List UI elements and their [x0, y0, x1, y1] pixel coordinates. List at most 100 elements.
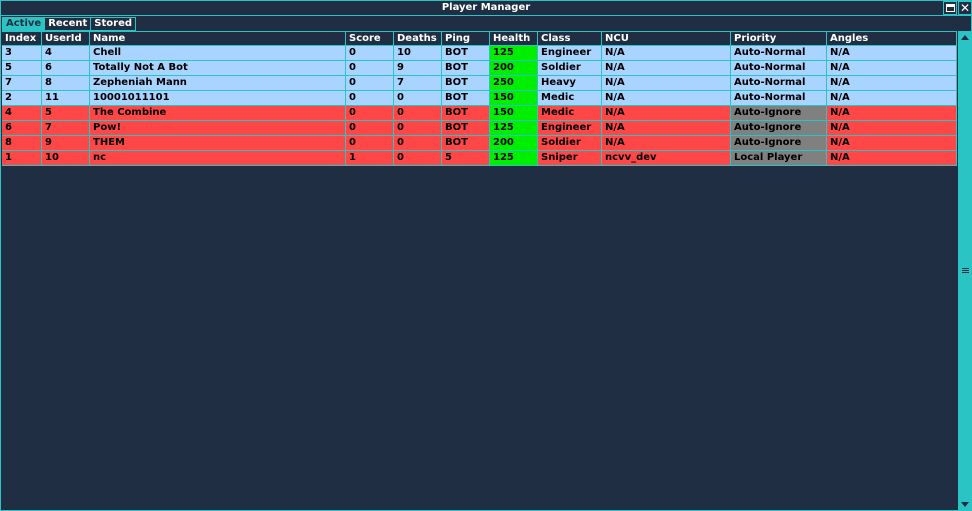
cell-ncu: N/A	[602, 91, 731, 106]
cell-health: 200	[490, 136, 538, 151]
cell-ncu: N/A	[602, 61, 731, 76]
cell-userid: 8	[42, 76, 90, 91]
cell-userid: 6	[42, 61, 90, 76]
cell-ncu: N/A	[602, 46, 731, 61]
cell-userid: 7	[42, 121, 90, 136]
cell-score: 0	[346, 61, 394, 76]
column-header-ncu[interactable]: NCU	[602, 32, 731, 45]
scrollbar-thumb[interactable]	[959, 43, 971, 498]
cell-priority: Auto-Ignore	[731, 121, 827, 136]
title-bar[interactable]: Player Manager ✕	[1, 1, 972, 16]
column-header-userid[interactable]: UserId	[42, 32, 90, 45]
scroll-down-button[interactable]	[959, 498, 971, 510]
table-row[interactable]: 7 8 Zepheniah Mann 0 7 BOT 250 Heavy N/A Auto-Nor…	[2, 76, 957, 91]
cell-index: 1	[2, 151, 42, 166]
cell-ncu: N/A	[602, 76, 731, 91]
cell-priority: Local Player	[731, 151, 827, 166]
player-table: Index UserId Name Score Deaths Ping Heal…	[2, 31, 957, 166]
table-row[interactable]: 5 6 Totally Not A Bot 0 9 BOT 200 Soldier N/A Aut…	[2, 61, 957, 76]
cell-angles: N/A	[827, 136, 957, 151]
column-header-name[interactable]: Name	[90, 32, 346, 45]
cell-userid: 11	[42, 91, 90, 106]
cell-class: Engineer	[538, 46, 602, 61]
column-header-angles[interactable]: Angles	[827, 32, 957, 45]
cell-name: 10001011101	[90, 91, 346, 106]
cell-index: 7	[2, 76, 42, 91]
cell-ping: BOT	[442, 91, 490, 106]
tab-active[interactable]: Active	[2, 17, 46, 31]
cell-name: Totally Not A Bot	[90, 61, 346, 76]
cell-class: Medic	[538, 106, 602, 121]
cell-ping: BOT	[442, 76, 490, 91]
cell-health: 125	[490, 151, 538, 166]
cell-health: 200	[490, 61, 538, 76]
cell-deaths: 10	[394, 46, 442, 61]
cell-deaths: 0	[394, 136, 442, 151]
column-header-class[interactable]: Class	[538, 32, 602, 45]
cell-ncu: N/A	[602, 136, 731, 151]
tab-stored[interactable]: Stored	[91, 17, 137, 31]
column-header-priority[interactable]: Priority	[731, 32, 827, 45]
cell-name: THEM	[90, 136, 346, 151]
column-header-index[interactable]: Index	[2, 32, 42, 45]
cell-health: 150	[490, 106, 538, 121]
column-header-score[interactable]: Score	[346, 32, 394, 45]
column-header-health[interactable]: Health	[490, 32, 538, 45]
cell-name: Zepheniah Mann	[90, 76, 346, 91]
table-row[interactable]: 2 11 10001011101 0 0 BOT 150 Medic N/A Auto-Norma…	[2, 91, 957, 106]
tab-recent[interactable]: Recent	[45, 17, 92, 31]
table-row[interactable]: 4 5 The Combine 0 0 BOT 150 Medic N/A Auto-Ignore…	[2, 106, 957, 121]
cell-deaths: 0	[394, 106, 442, 121]
cell-ncu: N/A	[602, 106, 731, 121]
table-body: 3 4 Chell 0 10 BOT 125 Engineer N/A Auto-Normal N/…	[2, 46, 957, 166]
close-button[interactable]: ✕	[958, 1, 972, 15]
cell-class: Soldier	[538, 61, 602, 76]
cell-angles: N/A	[827, 151, 957, 166]
cell-userid: 9	[42, 136, 90, 151]
cell-class: Soldier	[538, 136, 602, 151]
table-row[interactable]: 3 4 Chell 0 10 BOT 125 Engineer N/A Auto-Normal N/…	[2, 46, 957, 61]
close-icon: ✕	[959, 1, 971, 15]
cell-priority: Auto-Ignore	[731, 106, 827, 121]
cell-index: 5	[2, 61, 42, 76]
cell-name: The Combine	[90, 106, 346, 121]
cell-score: 0	[346, 76, 394, 91]
cell-ping: BOT	[442, 136, 490, 151]
vertical-scrollbar[interactable]	[958, 31, 971, 510]
cell-ping: BOT	[442, 121, 490, 136]
cell-priority: Auto-Normal	[731, 76, 827, 91]
cell-health: 125	[490, 121, 538, 136]
arrow-down-icon	[961, 501, 969, 507]
cell-priority: Auto-Normal	[731, 91, 827, 106]
cell-angles: N/A	[827, 121, 957, 136]
cell-score: 0	[346, 136, 394, 151]
cell-class: Sniper	[538, 151, 602, 166]
arrow-up-icon	[961, 34, 969, 40]
cell-index: 8	[2, 136, 42, 151]
cell-ping: BOT	[442, 106, 490, 121]
cell-ncu: N/A	[602, 121, 731, 136]
cell-userid: 5	[42, 106, 90, 121]
cell-score: 0	[346, 46, 394, 61]
cell-index: 4	[2, 106, 42, 121]
table-row[interactable]: 6 7 Pow! 0 0 BOT 125 Engineer N/A Auto-Ignore N/A	[2, 121, 957, 136]
cell-name: Chell	[90, 46, 346, 61]
cell-userid: 4	[42, 46, 90, 61]
cell-angles: N/A	[827, 76, 957, 91]
cell-ping: 5	[442, 151, 490, 166]
cell-health: 125	[490, 46, 538, 61]
cell-angles: N/A	[827, 91, 957, 106]
cell-priority: Auto-Normal	[731, 61, 827, 76]
table-row[interactable]: 1 10 nc 1 0 5 125 Sniper ncvv_dev Local Player N/A	[2, 151, 957, 166]
cell-class: Engineer	[538, 121, 602, 136]
cell-angles: N/A	[827, 46, 957, 61]
window-title: Player Manager	[441, 2, 531, 13]
table-row[interactable]: 8 9 THEM 0 0 BOT 200 Soldier N/A Auto-Ignore N/A	[2, 136, 957, 151]
scroll-up-button[interactable]	[959, 31, 971, 43]
player-manager-window: Player Manager ✕ Active Recent Stored In…	[0, 0, 972, 511]
maximize-button[interactable]	[943, 1, 957, 15]
cell-score: 1	[346, 151, 394, 166]
column-header-ping[interactable]: Ping	[442, 32, 490, 45]
table-header: Index UserId Name Score Deaths Ping Heal…	[2, 31, 957, 46]
column-header-deaths[interactable]: Deaths	[394, 32, 442, 45]
